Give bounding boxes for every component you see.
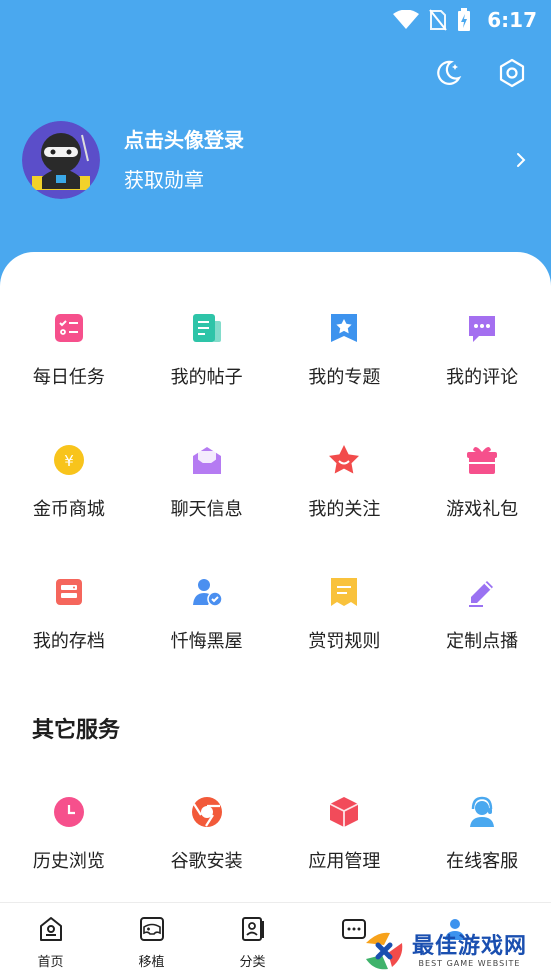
google-install-icon bbox=[190, 795, 224, 829]
menu-item-label: 历史浏览 bbox=[32, 851, 105, 872]
nav-label: 首页 bbox=[37, 955, 64, 970]
menu-item-label: 赏罚规则 bbox=[308, 631, 381, 652]
profile-login-entry[interactable]: 点击头像登录 获取勋章 bbox=[22, 120, 531, 200]
menu-item-confession-room[interactable]: 忏悔黑屋 bbox=[138, 575, 276, 707]
menu-grid: 每日任务 我的帖子 我的专题 我的评论 ¥ 金币商城 聊天信息 我的关注 游戏礼包我的存档 忏悔黑… bbox=[0, 311, 551, 707]
header-actions bbox=[431, 56, 529, 90]
menu-item-label: 我的专题 bbox=[308, 367, 381, 388]
customer-service-icon bbox=[465, 795, 499, 829]
menu-item-label: 我的存档 bbox=[32, 631, 105, 652]
nav-category[interactable]: 分类 bbox=[202, 903, 303, 980]
daily-task-icon bbox=[52, 311, 86, 345]
home-icon bbox=[37, 915, 65, 947]
category-icon bbox=[239, 915, 267, 947]
save-archive-icon bbox=[52, 575, 86, 609]
menu-item-label: 应用管理 bbox=[308, 851, 381, 872]
menu-item-label: 每日任务 bbox=[32, 367, 105, 388]
app-manage-icon bbox=[327, 795, 361, 829]
watermark-main: 最佳游戏网 bbox=[412, 933, 528, 959]
menu-item-gift-pack[interactable]: 游戏礼包 bbox=[413, 443, 551, 575]
menu-item-label: 金币商城 bbox=[32, 499, 105, 520]
profile-text: 点击头像登录 获取勋章 bbox=[124, 126, 511, 194]
rules-icon bbox=[327, 575, 361, 609]
menu-item-label: 我的评论 bbox=[446, 367, 519, 388]
watermark-sub: BEST GAME WEBSITE bbox=[418, 958, 521, 968]
my-follow-icon bbox=[327, 443, 361, 477]
nav-label: 分类 bbox=[239, 955, 266, 970]
gamepad-icon bbox=[138, 915, 166, 947]
menu-item-save-archive[interactable]: 我的存档 bbox=[0, 575, 138, 707]
settings-icon[interactable] bbox=[495, 56, 529, 90]
night-mode-icon[interactable] bbox=[431, 56, 465, 90]
section-title-other-services: 其它服务 bbox=[32, 718, 121, 743]
wifi-icon bbox=[393, 10, 420, 29]
menu-item-my-topics[interactable]: 我的专题 bbox=[276, 311, 414, 443]
menu-item-daily-task[interactable]: 每日任务 bbox=[0, 311, 138, 443]
svg-text:¥: ¥ bbox=[64, 452, 74, 470]
menu-item-label: 谷歌安装 bbox=[170, 851, 243, 872]
menu-item-my-comments[interactable]: 我的评论 bbox=[413, 311, 551, 443]
menu-item-my-follow[interactable]: 我的关注 bbox=[276, 443, 414, 575]
my-posts-icon bbox=[190, 311, 224, 345]
chat-message-icon bbox=[190, 443, 224, 477]
menu-item-label: 聊天信息 bbox=[170, 499, 243, 520]
menu-item-label: 我的关注 bbox=[308, 499, 381, 520]
no-sim-icon bbox=[429, 9, 448, 31]
menu-item-rules[interactable]: 赏罚规则 bbox=[276, 575, 414, 707]
menu-item-custom-request[interactable]: 定制点播 bbox=[413, 575, 551, 707]
my-topics-icon bbox=[327, 311, 361, 345]
menu-item-my-posts[interactable]: 我的帖子 bbox=[138, 311, 276, 443]
login-prompt[interactable]: 点击头像登录 bbox=[124, 126, 511, 154]
menu-item-label: 在线客服 bbox=[446, 851, 519, 872]
chevron-right-icon[interactable] bbox=[511, 150, 531, 170]
menu-item-chat-message[interactable]: 聊天信息 bbox=[138, 443, 276, 575]
my-comments-icon bbox=[465, 311, 499, 345]
nav-gamepad[interactable]: 移植 bbox=[101, 903, 202, 980]
menu-item-coin-mall[interactable]: ¥ 金币商城 bbox=[0, 443, 138, 575]
history-icon bbox=[52, 795, 86, 829]
gift-pack-icon bbox=[465, 443, 499, 477]
battery-charging-icon bbox=[458, 8, 471, 31]
menu-item-label: 游戏礼包 bbox=[446, 499, 519, 520]
avatar[interactable] bbox=[22, 121, 100, 199]
watermark: 最佳游戏网 BEST GAME WEBSITE bbox=[362, 926, 548, 976]
confession-room-icon bbox=[190, 575, 224, 609]
menu-item-label: 我的帖子 bbox=[170, 367, 243, 388]
menu-item-label: 忏悔黑屋 bbox=[170, 631, 243, 652]
status-bar: 6:17 bbox=[0, 0, 551, 40]
custom-request-icon bbox=[465, 575, 499, 609]
coin-mall-icon: ¥ bbox=[52, 443, 86, 477]
nav-home[interactable]: 首页 bbox=[0, 903, 101, 980]
menu-item-label: 定制点播 bbox=[446, 631, 519, 652]
watermark-logo-icon bbox=[366, 932, 403, 970]
watermark-text: 最佳游戏网 BEST GAME WEBSITE bbox=[412, 933, 528, 968]
badge-link[interactable]: 获取勋章 bbox=[124, 166, 511, 194]
nav-label: 移植 bbox=[138, 955, 165, 970]
status-time: 6:17 bbox=[487, 8, 537, 32]
